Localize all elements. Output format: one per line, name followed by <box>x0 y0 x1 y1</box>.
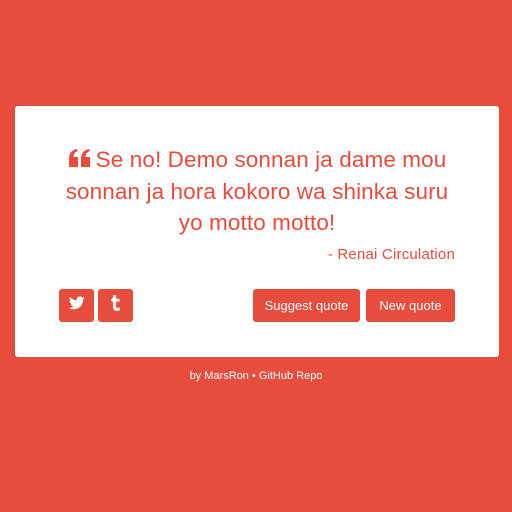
quote-left-icon <box>68 145 92 176</box>
tumblr-button[interactable] <box>98 289 133 322</box>
author-link[interactable]: MarsRon <box>204 370 249 382</box>
github-repo-link[interactable]: GitHub Repo <box>259 370 323 382</box>
tumblr-icon <box>110 295 122 316</box>
footer-by-text: by <box>189 370 205 382</box>
footer: by MarsRon • GitHub Repo <box>0 370 512 382</box>
quote-author: - Renai Circulation <box>327 246 455 263</box>
quote-card: Se no! Demo sonnan ja dame mou sonnan ja… <box>15 106 499 357</box>
tweet-button[interactable] <box>59 289 94 322</box>
quote-text-block: Se no! Demo sonnan ja dame mou sonnan ja… <box>55 144 459 238</box>
new-quote-button[interactable]: New quote <box>366 289 455 322</box>
quote-text: Se no! Demo sonnan ja dame mou sonnan ja… <box>65 147 449 235</box>
footer-separator: • <box>248 370 259 382</box>
twitter-icon <box>68 296 85 315</box>
suggest-quote-button[interactable]: Suggest quote <box>253 289 360 322</box>
